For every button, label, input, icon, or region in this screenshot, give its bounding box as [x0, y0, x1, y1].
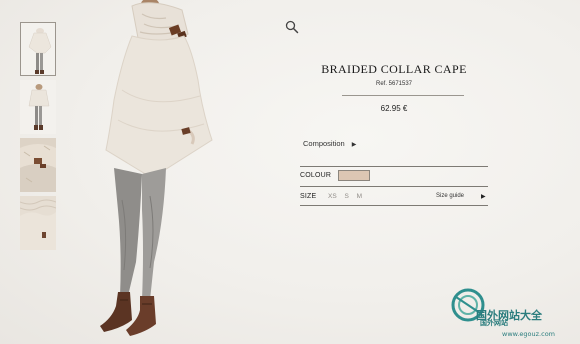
size-option-m[interactable]: M [357, 193, 362, 200]
size-options: XS S M [328, 193, 366, 200]
size-guide-arrow-icon[interactable]: ▶ [481, 193, 486, 200]
composition-toggle[interactable]: Composition ▶ [303, 139, 356, 148]
watermark-url: www.egouz.com [502, 330, 555, 338]
thumbnail-front-view[interactable] [20, 22, 56, 76]
watermark-subtitle: 国外网站 [480, 319, 508, 327]
size-label: SIZE [300, 193, 317, 200]
arrow-right-icon: ▶ [351, 142, 357, 148]
size-divider-top [300, 186, 488, 187]
thumbnail-back-view[interactable] [20, 80, 56, 134]
size-option-xs[interactable]: XS [328, 193, 337, 200]
colour-swatch[interactable] [338, 170, 370, 181]
thumbnail-knit-detail[interactable] [20, 196, 56, 250]
site-watermark: 国外网站大全 国外网站 www.egouz.com [446, 285, 576, 341]
colour-label: COLOUR [300, 172, 332, 179]
size-guide-link[interactable]: Size guide [436, 193, 464, 199]
product-reference: Ref. 5671537 [375, 81, 413, 87]
search-icon[interactable] [285, 20, 299, 34]
size-option-s[interactable]: S [344, 193, 348, 200]
composition-label: Composition [303, 139, 345, 148]
title-divider [342, 95, 464, 96]
thumbnail-collar-detail[interactable] [20, 138, 56, 192]
product-title: BRAIDED COLLAR CAPE [321, 62, 467, 76]
colour-divider-top [300, 166, 488, 167]
thumbnail-list [20, 22, 58, 254]
size-divider-bottom [300, 205, 488, 206]
product-price: 62.95 € [380, 104, 408, 113]
product-model-image [100, 0, 213, 336]
